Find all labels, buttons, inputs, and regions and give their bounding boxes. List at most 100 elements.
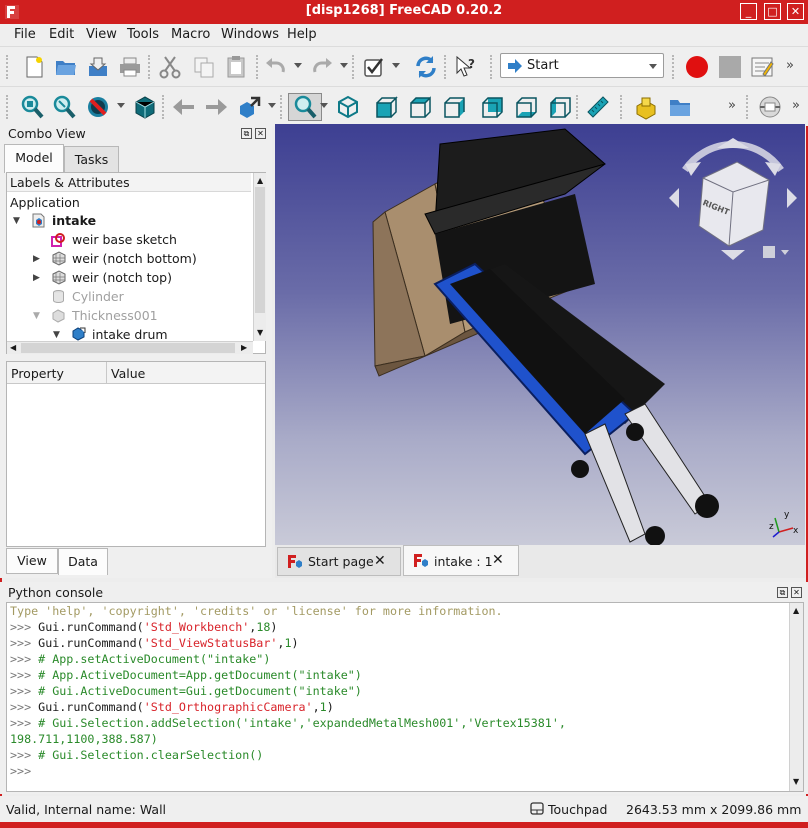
macro-editor-button[interactable]	[748, 53, 776, 81]
zoom-dropdown-icon[interactable]	[320, 103, 328, 108]
macro-dropdown-icon[interactable]	[392, 63, 400, 68]
expand-arrow-icon[interactable]: ▶	[33, 254, 40, 264]
close-window-button[interactable]: ✕	[787, 3, 804, 20]
property-column-header[interactable]: Property	[7, 362, 107, 384]
create-group-button[interactable]	[666, 93, 694, 121]
redo-dropdown-icon[interactable]	[340, 63, 348, 68]
tab-tasks[interactable]: Tasks	[64, 146, 119, 173]
back-button[interactable]	[170, 93, 198, 121]
python-console-output[interactable]: Type 'help', 'copyright', 'credits' or '…	[6, 602, 804, 792]
zoom-menu-button[interactable]	[288, 93, 322, 121]
tree-header[interactable]: Labels & Attributes	[7, 173, 251, 192]
isometric-view-button[interactable]	[334, 93, 362, 121]
copy-button[interactable]	[190, 53, 218, 81]
tab-view[interactable]: View	[6, 548, 58, 574]
tree-item-thickness001[interactable]: Thickness001	[72, 306, 158, 325]
menu-file[interactable]: File	[14, 27, 36, 42]
rear-view-button[interactable]	[478, 93, 506, 121]
tree-item-weir-notch-bottom[interactable]: weir (notch bottom)	[72, 249, 197, 268]
float-panel-icon[interactable]: ⧉	[777, 587, 788, 598]
navigation-style-button[interactable]: Touchpad	[530, 799, 620, 819]
toolbar-grip[interactable]	[490, 55, 494, 79]
scroll-up-icon[interactable]: ▲	[257, 176, 263, 185]
sketcher-view-button[interactable]	[756, 93, 784, 121]
toolbar-grip[interactable]	[256, 55, 260, 79]
right-view-button[interactable]	[440, 93, 468, 121]
scroll-left-icon[interactable]: ◀	[10, 343, 16, 352]
collapse-arrow-icon[interactable]: ▼	[13, 216, 20, 226]
scroll-down-icon[interactable]: ▼	[257, 328, 263, 337]
toolbar-grip[interactable]	[444, 55, 448, 79]
refresh-button[interactable]	[412, 53, 440, 81]
toolbar-grip[interactable]	[352, 55, 356, 79]
close-tab-icon[interactable]: ✕	[492, 552, 504, 568]
minimize-button[interactable]: _	[740, 3, 757, 20]
console-vertical-scrollbar[interactable]: ▲ ▼	[789, 603, 803, 791]
menu-windows[interactable]: Windows	[221, 27, 279, 42]
float-panel-icon[interactable]: ⧉	[241, 128, 252, 139]
scroll-right-icon[interactable]: ▶	[241, 343, 247, 352]
tree-item-intake[interactable]: intake	[52, 211, 96, 230]
tab-model[interactable]: Model	[4, 144, 64, 173]
model-tree[interactable]: Labels & Attributes Application ▼ intake…	[6, 172, 266, 354]
link-navigation-button[interactable]	[236, 93, 264, 121]
forward-button[interactable]	[202, 93, 230, 121]
workbench-selector[interactable]: Start	[500, 53, 664, 78]
maximize-button[interactable]: □	[764, 3, 781, 20]
tree-item-cylinder[interactable]: Cylinder	[72, 287, 124, 306]
record-macro-button[interactable]	[683, 53, 711, 81]
link-dropdown-icon[interactable]	[268, 103, 276, 108]
toolbar-grip[interactable]	[6, 55, 10, 79]
tab-start-page[interactable]: Start page ✕	[277, 547, 401, 576]
fit-selection-button[interactable]	[50, 93, 78, 121]
menu-tools[interactable]: Tools	[127, 27, 159, 42]
expand-arrow-icon[interactable]: ▶	[33, 273, 40, 283]
toolbar-grip[interactable]	[672, 55, 676, 79]
whats-this-button[interactable]: ?	[452, 53, 480, 81]
measure-distance-button[interactable]	[584, 93, 612, 121]
3d-viewport[interactable]: RIGHT y z x	[275, 124, 805, 545]
front-view-button[interactable]	[372, 93, 400, 121]
toolbar-overflow-button[interactable]: »	[728, 98, 736, 113]
toolbar-overflow-button[interactable]: »	[786, 58, 794, 73]
tab-data[interactable]: Data	[58, 548, 108, 575]
toolbar-grip[interactable]	[162, 95, 166, 119]
draw-style-button[interactable]	[84, 93, 112, 121]
toolbar-grip[interactable]	[6, 95, 10, 119]
create-part-button[interactable]	[632, 93, 660, 121]
tree-vertical-scrollbar[interactable]: ▲ ▼	[253, 173, 266, 341]
menu-edit[interactable]: Edit	[49, 27, 74, 42]
tab-intake[interactable]: intake : 1 ✕	[403, 545, 519, 576]
fit-all-button[interactable]	[18, 93, 46, 121]
refresh-recompute-button[interactable]	[360, 53, 388, 81]
title-bar[interactable]: [disp1268] FreeCAD 0.20.2 _ □ ✕	[0, 0, 808, 24]
bottom-view-button[interactable]	[512, 93, 540, 121]
value-column-header[interactable]: Value	[107, 362, 265, 384]
menu-macro[interactable]: Macro	[171, 27, 210, 42]
tree-horizontal-scrollbar[interactable]: ◀ ▶	[7, 341, 253, 354]
redo-button[interactable]	[308, 53, 336, 81]
toolbar-grip[interactable]	[280, 95, 284, 119]
property-editor[interactable]: Property Value	[6, 361, 266, 547]
tree-item-weir-notch-top[interactable]: weir (notch top)	[72, 268, 172, 287]
scroll-down-icon[interactable]: ▼	[793, 777, 799, 786]
scroll-up-icon[interactable]: ▲	[793, 606, 799, 615]
print-button[interactable]	[116, 53, 144, 81]
new-document-button[interactable]	[20, 53, 48, 81]
toolbar-grip[interactable]	[148, 55, 152, 79]
toolbar-grip[interactable]	[576, 95, 580, 119]
close-panel-icon[interactable]: ✕	[791, 587, 802, 598]
top-view-button[interactable]	[406, 93, 434, 121]
cut-button[interactable]	[156, 53, 184, 81]
collapse-arrow-icon[interactable]: ▼	[33, 311, 40, 321]
left-view-button[interactable]	[546, 93, 574, 121]
menu-view[interactable]: View	[86, 27, 117, 42]
open-document-button[interactable]	[52, 53, 80, 81]
close-panel-icon[interactable]: ✕	[255, 128, 266, 139]
menu-help[interactable]: Help	[287, 27, 317, 42]
toolbar-grip[interactable]	[620, 95, 624, 119]
toolbar-grip[interactable]	[746, 95, 750, 119]
collapse-arrow-icon[interactable]: ▼	[53, 330, 60, 340]
close-tab-icon[interactable]: ✕	[374, 553, 386, 569]
toolbar-overflow-button[interactable]: »	[792, 98, 800, 113]
